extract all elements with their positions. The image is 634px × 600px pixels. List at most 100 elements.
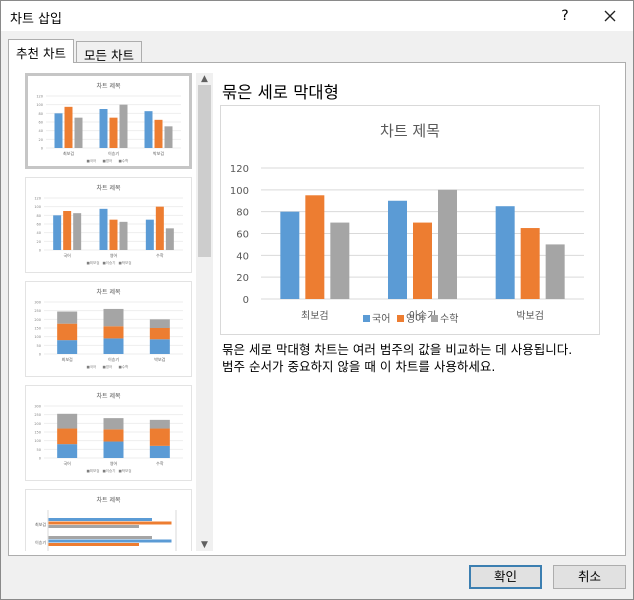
thumbnail-tick-label: 100: [34, 439, 41, 443]
thumbnail-bar: [48, 521, 172, 525]
thumbnail-tick-label: 20: [39, 138, 43, 142]
thumbnail-bar: [149, 339, 170, 354]
tab-all-charts[interactable]: 모든 차트: [76, 41, 142, 63]
thumbnail-tick-label: 80: [39, 112, 43, 116]
thumbnail-tick-label: 100: [36, 103, 43, 107]
thumbnail-svg: 차트 제목 120 100 80 60 40 20 0 국어 영어 수학 ■최보검 ■이승기 ■박보검: [34, 184, 183, 265]
thumbnail-svg: 차트 제목 120 100 80 60 40 20 0 최보검 이승기 박보검 ■국어 ■영어 ■수학: [36, 82, 181, 163]
thumbnail-tick-label: 40: [39, 129, 43, 133]
thumbnail-category-label: 박보검: [154, 356, 165, 362]
thumbnail-category-label: 이승기: [35, 539, 46, 545]
thumbnail-bar: [57, 340, 78, 354]
thumbnail-bar: [64, 106, 73, 148]
chart-type-name: 묶은 세로 막대형: [222, 83, 339, 102]
bar-국어-박보검: [495, 206, 515, 299]
x-tick-label: 최보검: [301, 310, 329, 322]
thumbnail-tick-label: 300: [34, 405, 41, 409]
chart-preview-svg: 차트 제목020406080100120최보검 이승기 박보검국어 영어 수학: [230, 122, 584, 325]
thumbnail-bar: [149, 319, 170, 328]
chart-thumbnail[interactable]: 차트 제목 120 100 80 60 40 20 0 최보검 이승기 박보검 ■국어 ■영어 ■수학: [25, 73, 192, 169]
thumbnail-bar: [165, 228, 174, 250]
thumbnail-category-label: 이승기: [108, 150, 119, 156]
thumbnail-bar: [149, 328, 170, 340]
y-tick-label: 120: [230, 164, 249, 175]
thumbnail-svg: 차트 제목최보검이승기: [35, 496, 177, 551]
thumbnail-bar: [57, 413, 78, 429]
thumbnail-legend-label: ■박보검: [119, 260, 132, 265]
thumbnail-legend-label: ■수학: [119, 364, 130, 369]
legend-swatch-수학: [431, 315, 438, 322]
legend-swatch-국어: [363, 315, 370, 322]
bar-수학-이승기: [438, 189, 457, 299]
thumbnail-bar: [73, 213, 82, 250]
thumbnail-tick-label: 60: [37, 223, 41, 227]
thumbnail-bar: [48, 539, 172, 543]
scroll-down-arrow-icon[interactable]: ▼: [196, 539, 213, 551]
cancel-button[interactable]: 취소: [553, 565, 626, 589]
y-tick-label: 100: [230, 186, 249, 197]
thumbnail-scrollbar[interactable]: ▲ ▼: [196, 73, 213, 551]
close-button[interactable]: [599, 5, 621, 27]
thumbnail-bar: [154, 119, 163, 148]
bar-수학-최보검: [330, 222, 350, 299]
thumbnail-tick-label: 150: [34, 431, 41, 435]
scrollbar-thumb[interactable]: [198, 85, 211, 257]
ok-button[interactable]: 확인: [469, 565, 542, 589]
thumbnail-category-label: 영어: [110, 460, 118, 466]
bar-영어-최보검: [305, 195, 325, 299]
chart-thumbnail[interactable]: 차트 제목 300 250 200 150 100 50 0 국어 영어 수학 ■최보검 ■이승기 ■박보…: [25, 385, 192, 481]
thumbnail-bar: [144, 111, 153, 148]
tab-recommended-charts[interactable]: 추천 차트: [8, 39, 74, 63]
help-button[interactable]: ?: [554, 5, 576, 27]
thumbnail-legend-label: ■국어: [87, 158, 97, 163]
thumbnail-bar: [109, 219, 118, 250]
chart-thumbnail[interactable]: 차트 제목 120 100 80 60 40 20 0 국어 영어 수학 ■최보검 ■이승기 ■박보검: [25, 177, 192, 273]
thumbnail-tick-label: 0: [39, 457, 41, 461]
thumbnail-bar: [57, 428, 78, 445]
thumbnail-category-label: 박보검: [153, 150, 164, 156]
thumbnail-legend-label: ■수학: [119, 158, 130, 163]
thumbnail-category-label: 수학: [156, 460, 164, 466]
y-tick-label: 20: [236, 273, 249, 284]
thumbnail-category-label: 국어: [63, 252, 71, 258]
thumbnail-category-label: 최보검: [62, 356, 73, 362]
thumbnail-title: 차트 제목: [97, 496, 121, 504]
thumbnail-bar: [149, 428, 170, 446]
thumbnail-bar: [57, 311, 78, 324]
thumbnail-category-label: 수학: [156, 252, 164, 258]
thumbnail-tick-label: 80: [37, 214, 41, 218]
thumbnail-tick-label: 50: [37, 448, 41, 452]
thumbnail-title: 차트 제목: [97, 288, 121, 296]
bar-영어-박보검: [520, 228, 540, 299]
thumbnail-bar: [103, 326, 124, 339]
close-icon: [604, 10, 616, 22]
thumbnail-bar: [99, 208, 108, 250]
thumbnail-bar: [48, 525, 139, 528]
thumbnail-bar: [103, 338, 124, 354]
thumbnail-tick-label: 60: [39, 121, 43, 125]
thumbnail-bar: [145, 219, 154, 250]
bar-영어-이승기: [413, 222, 432, 299]
thumbnail-category-label: 국어: [63, 460, 71, 466]
bar-국어-최보검: [280, 211, 300, 299]
thumbnail-category-label: 이승기: [108, 356, 119, 362]
thumbnail-legend-label: ■박보검: [119, 468, 132, 473]
thumbnail-tick-label: 300: [34, 301, 41, 305]
thumbnail-legend-label: ■이승기: [103, 468, 116, 473]
chart-thumbnail[interactable]: 차트 제목 최보검 이승기: [25, 489, 192, 551]
thumbnail-tick-label: 200: [34, 318, 41, 322]
thumbnail-legend-label: ■최보검: [87, 260, 100, 265]
y-tick-label: 60: [236, 230, 249, 241]
thumbnail-bar: [155, 206, 164, 250]
scroll-up-arrow-icon[interactable]: ▲: [196, 73, 213, 85]
thumbnail-bar: [103, 308, 124, 327]
chart-thumbnail[interactable]: 차트 제목 300 250 200 150 100 50 0 최보검 이승기 박보검 ■국어 ■영어 ■수…: [25, 281, 192, 377]
thumbnail-tick-label: 100: [34, 335, 41, 339]
thumbnail-bar: [103, 429, 124, 442]
x-tick-label: 박보검: [516, 310, 544, 322]
thumbnail-tick-label: 150: [34, 327, 41, 331]
thumbnail-tick-label: 120: [34, 197, 41, 201]
thumbnail-bar: [74, 117, 83, 148]
thumbnail-bar: [149, 445, 170, 458]
thumbnail-tick-label: 120: [36, 95, 43, 99]
